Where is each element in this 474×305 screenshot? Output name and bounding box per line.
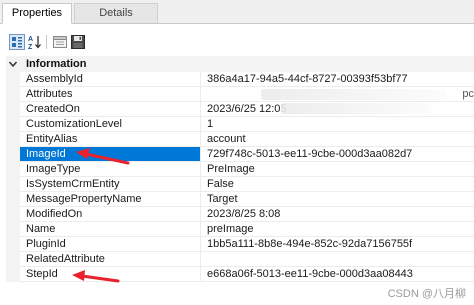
property-name: PluginId bbox=[20, 237, 201, 252]
property-row-customizationlevel[interactable]: CustomizationLevel 1 bbox=[6, 117, 474, 132]
property-name: ImageId bbox=[20, 147, 201, 162]
category-label: Information bbox=[26, 58, 87, 70]
property-value[interactable]: 1 bbox=[201, 117, 474, 132]
property-row-attributes[interactable]: Attributes pc bbox=[6, 87, 474, 102]
tab-strip: Properties Details bbox=[0, 0, 474, 24]
watermark: CSDN @八月柳 bbox=[387, 288, 466, 300]
property-name: StepId bbox=[20, 267, 201, 282]
property-value[interactable]: 2023/6/25 12:05 bbox=[201, 102, 474, 117]
property-row-modifiedon[interactable]: ModifiedOn 2023/8/25 8:08 bbox=[6, 207, 474, 222]
property-name: RelatedAttribute bbox=[20, 252, 201, 267]
alphabetical-sort-icon[interactable]: A Z bbox=[27, 34, 43, 51]
property-value[interactable]: PreImage bbox=[201, 162, 474, 177]
property-row-entityalias[interactable]: EntityAlias account bbox=[6, 132, 474, 147]
chevron-down-icon[interactable] bbox=[8, 58, 18, 70]
property-value[interactable]: 2023/8/25 8:08 bbox=[201, 207, 474, 222]
property-name: CreatedOn bbox=[20, 102, 201, 117]
property-name: Name bbox=[20, 222, 201, 237]
property-value[interactable]: Target bbox=[201, 192, 474, 207]
property-row-relatedattribute[interactable]: RelatedAttribute bbox=[6, 252, 474, 267]
property-value[interactable]: False bbox=[201, 177, 474, 192]
property-name: EntityAlias bbox=[20, 132, 201, 147]
properties-window: Properties Details A Z Information Assem… bbox=[0, 0, 474, 305]
property-name: AssemblyId bbox=[20, 72, 201, 87]
property-row-pluginid[interactable]: PluginId 1bb5a111-8b8e-494e-852c-92da715… bbox=[6, 237, 474, 252]
property-row-issystemcrmentity[interactable]: IsSystemCrmEntity False bbox=[6, 177, 474, 192]
property-value[interactable]: account bbox=[201, 132, 474, 147]
property-name: ModifiedOn bbox=[20, 207, 201, 222]
property-row-assemblyid[interactable]: AssemblyId 386a4a17-94a5-44cf-8727-00393… bbox=[6, 72, 474, 87]
svg-text:A: A bbox=[28, 36, 33, 43]
property-value[interactable]: 729f748c-5013-ee11-9cbe-000d3aa082d7 bbox=[201, 147, 474, 162]
property-value[interactable]: 1bb5a111-8b8e-494e-852c-92da7156755f bbox=[201, 237, 474, 252]
property-value[interactable]: 386a4a17-94a5-44cf-8727-00393f53bf77 bbox=[201, 72, 474, 87]
property-name: CustomizationLevel bbox=[20, 117, 201, 132]
property-name: Attributes bbox=[20, 87, 201, 102]
property-value[interactable]: e668a06f-5013-ee11-9cbe-000d3aa08443 bbox=[201, 267, 474, 282]
property-name: MessagePropertyName bbox=[20, 192, 201, 207]
property-row-createdon[interactable]: CreatedOn 2023/6/25 12:05 bbox=[6, 102, 474, 117]
save-icon[interactable] bbox=[70, 34, 86, 50]
property-name: IsSystemCrmEntity bbox=[20, 177, 201, 192]
property-pages-icon[interactable] bbox=[52, 34, 68, 50]
property-row-imagetype[interactable]: ImageType PreImage bbox=[6, 162, 474, 177]
property-value[interactable]: pc bbox=[201, 87, 474, 102]
property-value[interactable] bbox=[201, 252, 474, 267]
svg-text:Z: Z bbox=[28, 44, 33, 50]
property-row-stepid[interactable]: StepId e668a06f-5013-ee11-9cbe-000d3aa08… bbox=[6, 267, 474, 282]
property-row-name[interactable]: Name preImage bbox=[6, 222, 474, 237]
property-value-tail: pc bbox=[462, 88, 474, 100]
redacted-value bbox=[261, 89, 447, 100]
categorized-icon[interactable] bbox=[9, 34, 25, 50]
property-toolbar: A Z bbox=[0, 30, 474, 54]
property-value[interactable]: preImage bbox=[201, 222, 474, 237]
category-information[interactable]: Information bbox=[6, 56, 474, 72]
property-name: ImageType bbox=[20, 162, 201, 177]
tab-details[interactable]: Details bbox=[74, 3, 158, 23]
property-grid: Information AssemblyId 386a4a17-94a5-44c… bbox=[6, 56, 474, 305]
tab-properties[interactable]: Properties bbox=[2, 3, 72, 24]
property-row-imageid[interactable]: ImageId 729f748c-5013-ee11-9cbe-000d3aa0… bbox=[6, 147, 474, 162]
property-row-messagepropertyname[interactable]: MessagePropertyName Target bbox=[6, 192, 474, 207]
toolbar-separator bbox=[46, 35, 47, 49]
redacted-value bbox=[281, 103, 431, 114]
